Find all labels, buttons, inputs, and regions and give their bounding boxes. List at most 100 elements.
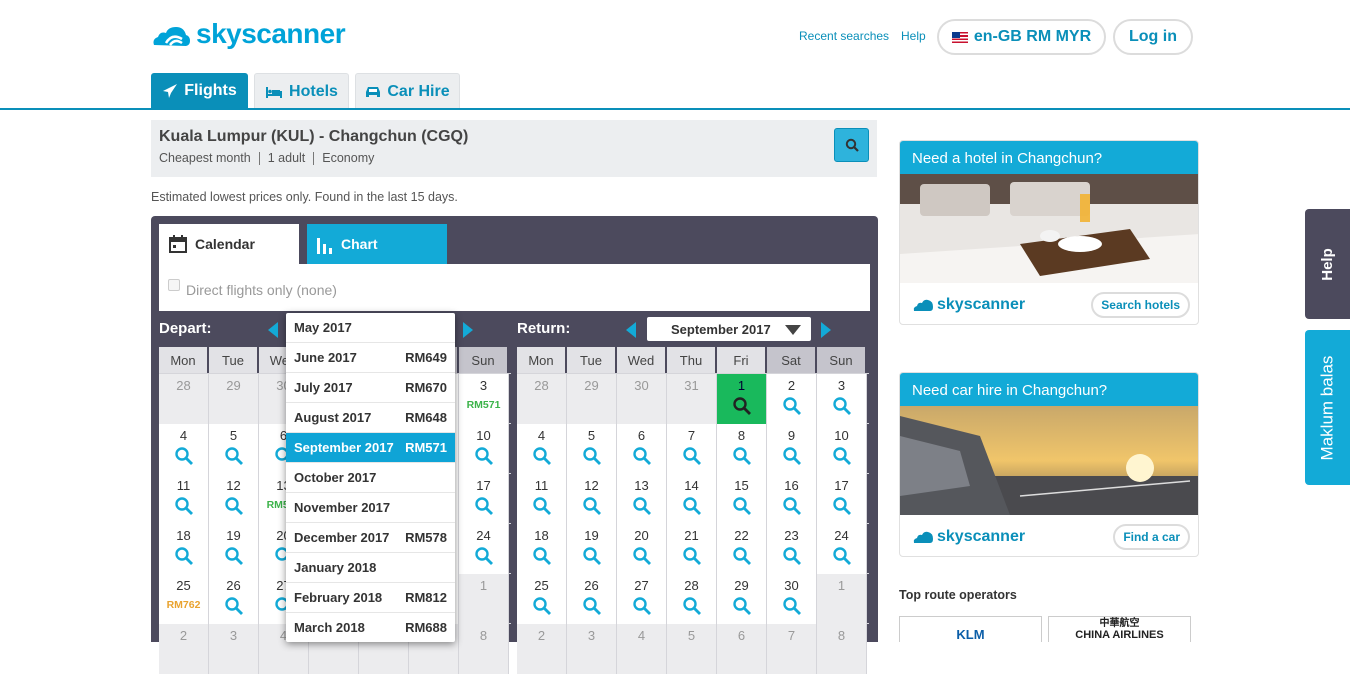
month-option[interactable]: October 2017: [286, 463, 455, 493]
return-day-cell[interactable]: 7: [667, 424, 717, 474]
help-side-tab[interactable]: Help: [1305, 209, 1350, 319]
depart-day-cell[interactable]: 12: [209, 474, 259, 524]
month-option[interactable]: November 2017: [286, 493, 455, 523]
skyscanner-wordmark: skyscanner: [196, 18, 346, 49]
depart-day-cell: 1: [459, 574, 509, 624]
edit-search-button[interactable]: [834, 128, 869, 162]
return-next-arrow-icon[interactable]: [821, 322, 831, 338]
return-day-cell[interactable]: 16: [767, 474, 817, 524]
month-option[interactable]: March 2018 RM688: [286, 613, 455, 642]
depart-day-cell[interactable]: 10: [459, 424, 509, 474]
depart-day-cell[interactable]: 17: [459, 474, 509, 524]
search-icon: [532, 547, 551, 565]
return-day-cell[interactable]: 9: [767, 424, 817, 474]
tab-chart[interactable]: Chart: [307, 224, 447, 264]
return-day-cell[interactable]: 6: [617, 424, 667, 474]
calendar-week-row: 28 29 30 31 1 2 3: [517, 373, 869, 424]
search-icon: [224, 547, 243, 565]
month-option[interactable]: June 2017 RM649: [286, 343, 455, 373]
search-icon: [532, 597, 551, 615]
day-number: 17: [476, 478, 491, 493]
tab-hotels[interactable]: Hotels: [254, 73, 349, 109]
day-number: 10: [834, 428, 849, 443]
calendar-week-row: 18 19 20 21 22 23 24: [517, 523, 869, 574]
feedback-side-label: Maklum balas: [1317, 355, 1337, 460]
day-number: 31: [684, 378, 699, 393]
return-day-cell[interactable]: 17: [817, 474, 867, 524]
return-day-cell[interactable]: 11: [517, 474, 567, 524]
search-icon: [174, 497, 193, 515]
month-option[interactable]: January 2018: [286, 553, 455, 583]
operator-china-airlines[interactable]: 中華航空 CHINA AIRLINES: [1048, 616, 1191, 642]
depart-next-arrow-icon[interactable]: [463, 322, 473, 338]
weekday-tue: Tue: [209, 347, 259, 373]
return-month-select[interactable]: September 2017: [647, 317, 811, 341]
return-day-cell[interactable]: 8: [717, 424, 767, 474]
return-day-cell[interactable]: 25: [517, 574, 567, 624]
hotel-ad[interactable]: Need a hotel in Changchun? skyscanner Se…: [899, 140, 1199, 325]
return-day-cell[interactable]: 3: [817, 374, 867, 424]
search-hotels-button[interactable]: Search hotels: [1091, 292, 1190, 318]
month-option[interactable]: February 2018 RM812: [286, 583, 455, 613]
direct-flights-checkbox[interactable]: [168, 279, 180, 291]
depart-day-cell[interactable]: 26: [209, 574, 259, 624]
depart-day-cell[interactable]: 3 RM571: [459, 374, 509, 424]
return-day-cell[interactable]: 14: [667, 474, 717, 524]
return-day-cell[interactable]: 10: [817, 424, 867, 474]
depart-day-cell[interactable]: 19: [209, 524, 259, 574]
depart-day-cell: 29: [209, 374, 259, 424]
tab-hotels-label: Hotels: [289, 82, 338, 100]
operator-klm[interactable]: KLM: [899, 616, 1042, 642]
return-day-cell[interactable]: 4: [517, 424, 567, 474]
locale-button[interactable]: en-GB RM MYR: [937, 19, 1106, 55]
month-option[interactable]: August 2017 RM648: [286, 403, 455, 433]
depart-day-cell[interactable]: 11: [159, 474, 209, 524]
return-day-cell[interactable]: 2: [767, 374, 817, 424]
return-day-cell[interactable]: 28: [667, 574, 717, 624]
return-day-cell[interactable]: 20: [617, 524, 667, 574]
tab-flights[interactable]: Flights: [151, 73, 248, 109]
return-day-cell[interactable]: 1: [717, 374, 767, 424]
depart-day-cell[interactable]: 5: [209, 424, 259, 474]
month-option[interactable]: May 2017: [286, 313, 455, 343]
return-day-cell[interactable]: 22: [717, 524, 767, 574]
return-day-cell[interactable]: 29: [717, 574, 767, 624]
return-day-cell[interactable]: 26: [567, 574, 617, 624]
return-day-cell[interactable]: 30: [767, 574, 817, 624]
car-hire-ad[interactable]: Need car hire in Changchun? skyscanner F…: [899, 372, 1199, 557]
return-day-cell[interactable]: 13: [617, 474, 667, 524]
return-day-cell[interactable]: 19: [567, 524, 617, 574]
recent-searches-link[interactable]: Recent searches: [799, 29, 889, 43]
search-summary[interactable]: Kuala Lumpur (KUL) - Changchun (CGQ) Che…: [151, 120, 877, 177]
return-day-cell[interactable]: 18: [517, 524, 567, 574]
find-a-car-button[interactable]: Find a car: [1113, 524, 1190, 550]
login-button[interactable]: Log in: [1113, 19, 1193, 55]
depart-month-dropdown[interactable]: May 2017 June 2017 RM649 July 2017 RM670 Augu…: [286, 313, 455, 642]
search-icon: [832, 497, 851, 515]
return-prev-arrow-icon[interactable]: [626, 322, 636, 338]
tab-car-hire[interactable]: Car Hire: [355, 73, 460, 109]
depart-day-cell[interactable]: 24: [459, 524, 509, 574]
day-number: 5: [687, 628, 696, 643]
month-option[interactable]: December 2017 RM578: [286, 523, 455, 553]
search-icon: [224, 597, 243, 615]
return-day-cell[interactable]: 24: [817, 524, 867, 574]
feedback-side-tab[interactable]: Maklum balas: [1305, 330, 1350, 485]
return-day-cell[interactable]: 15: [717, 474, 767, 524]
depart-day-cell[interactable]: 25 RM762: [159, 574, 209, 624]
return-day-cell[interactable]: 12: [567, 474, 617, 524]
depart-day-cell[interactable]: 4: [159, 424, 209, 474]
depart-prev-arrow-icon[interactable]: [268, 322, 278, 338]
month-option[interactable]: September 2017 RM571: [286, 433, 455, 463]
depart-day-cell[interactable]: 18: [159, 524, 209, 574]
month-option[interactable]: July 2017 RM670: [286, 373, 455, 403]
return-day-cell[interactable]: 23: [767, 524, 817, 574]
skyscanner-ad-brand: skyscanner: [937, 528, 1026, 545]
return-day-cell[interactable]: 27: [617, 574, 667, 624]
help-link[interactable]: Help: [901, 29, 926, 43]
return-day-cell[interactable]: 5: [567, 424, 617, 474]
skyscanner-logo[interactable]: skyscanner: [150, 18, 346, 50]
tab-calendar[interactable]: Calendar: [159, 224, 299, 264]
search-icon: [224, 447, 243, 465]
return-day-cell[interactable]: 21: [667, 524, 717, 574]
